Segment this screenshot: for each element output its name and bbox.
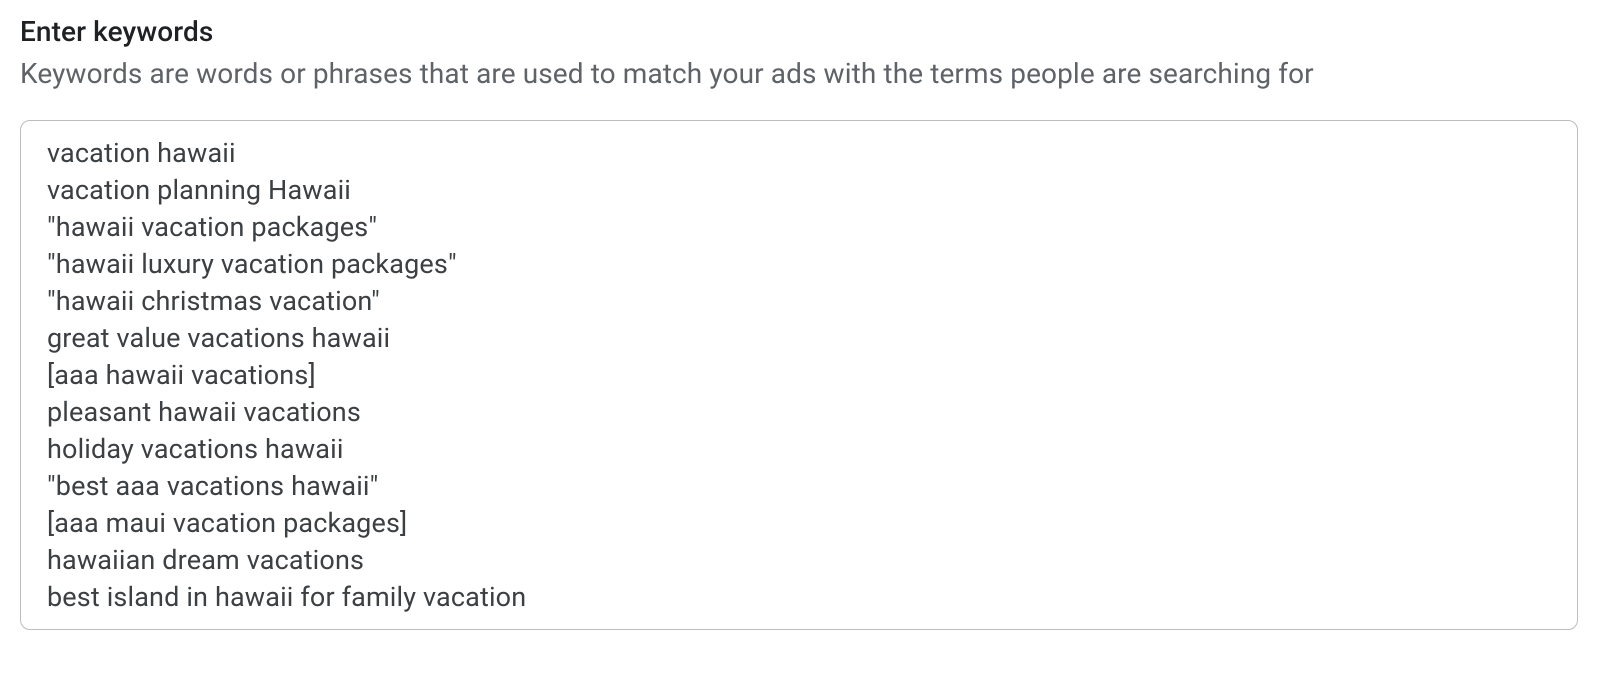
keywords-input-container[interactable] (20, 120, 1578, 630)
keywords-section: Enter keywords Keywords are words or phr… (0, 0, 1600, 630)
keywords-textarea[interactable] (47, 135, 1551, 629)
section-title: Enter keywords (20, 14, 1580, 50)
section-subtitle: Keywords are words or phrases that are u… (20, 56, 1580, 92)
